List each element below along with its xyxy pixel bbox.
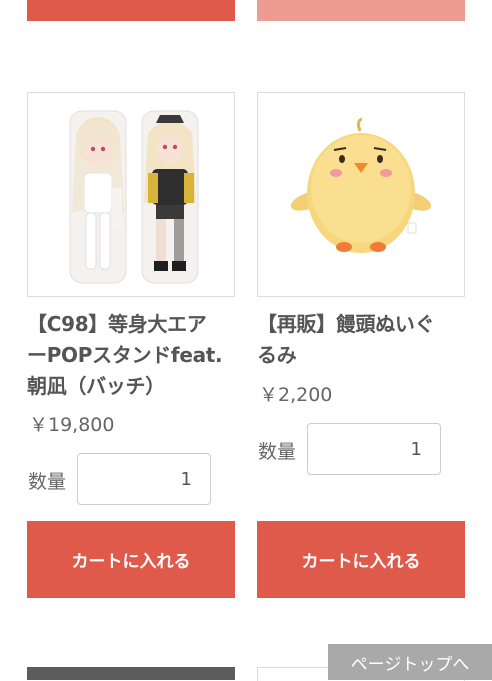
title-line: 【C98】等身大エア [27,312,207,336]
product-title[interactable]: 【再販】饅頭ぬいぐ るみ [257,309,469,371]
add-to-cart-button[interactable]: カートに入れる [27,521,235,598]
page-top-button[interactable]: ページトップへ [328,644,492,680]
next-product-image[interactable] [27,667,235,680]
product-price: ￥19,800 [29,414,115,436]
previous-cart-button-right[interactable] [257,0,465,21]
quantity-label: 数量 [28,471,67,493]
product-price: ￥2,200 [259,384,333,406]
product-title[interactable]: 【C98】等身大エア ーPOPスタンドfeat. 朝凪（バッチ） [27,309,239,402]
product-card [257,92,465,297]
title-line: ーPOPスタンドfeat. [27,343,223,367]
quantity-input[interactable] [307,423,441,475]
quantity-label: 数量 [258,441,297,463]
product-card [27,92,235,297]
title-line: 【再販】饅頭ぬいぐ [257,312,435,336]
previous-cart-button-left[interactable] [27,0,235,21]
product-image-plush[interactable] [257,92,465,297]
quantity-input[interactable] [77,453,211,505]
title-line: 朝凪（バッチ） [27,374,165,398]
product-image-dakimakura[interactable] [27,92,235,297]
title-line: るみ [257,343,297,367]
add-to-cart-button[interactable]: カートに入れる [257,521,465,598]
